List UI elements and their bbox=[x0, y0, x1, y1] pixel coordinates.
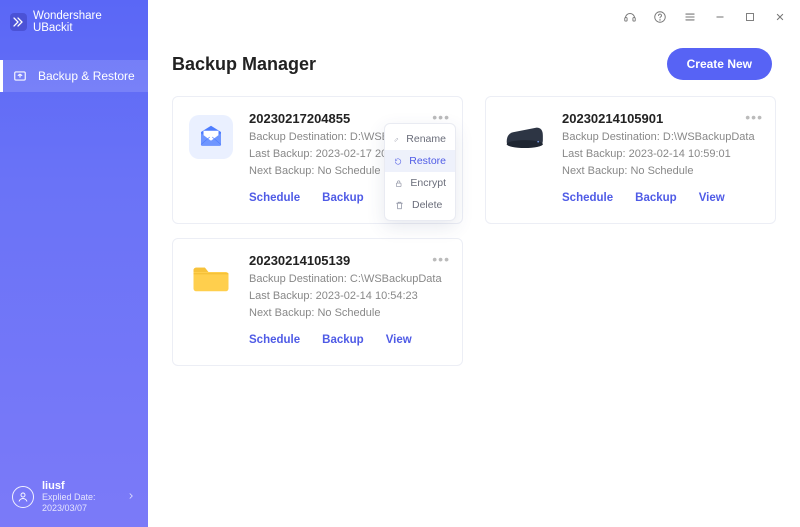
backup-next: Next Backup: No Schedule bbox=[249, 305, 446, 322]
sidebar-item-label: Backup & Restore bbox=[38, 69, 135, 83]
action-schedule[interactable]: Schedule bbox=[249, 334, 300, 346]
page-title: Backup Manager bbox=[172, 54, 316, 75]
window-titlebar bbox=[148, 0, 800, 34]
menu-icon[interactable] bbox=[682, 9, 698, 25]
backup-cards-grid: ••• 20230217204855 bbox=[148, 94, 800, 368]
backup-restore-icon bbox=[12, 68, 28, 84]
ctx-delete[interactable]: Delete bbox=[385, 194, 455, 216]
minimize-icon[interactable] bbox=[712, 9, 728, 25]
encrypt-icon bbox=[394, 178, 403, 189]
backup-last: Last Backup: 2023-02-14 10:59:01 bbox=[562, 146, 759, 163]
ctx-encrypt[interactable]: Encrypt bbox=[385, 172, 455, 194]
backup-destination: Backup Destination: C:\WSBackupData bbox=[249, 271, 446, 288]
restore-icon bbox=[394, 156, 402, 167]
ctx-label: Restore bbox=[409, 155, 446, 167]
sidebar: Wondershare UBackit Backup & Restore liu… bbox=[0, 0, 148, 527]
action-schedule[interactable]: Schedule bbox=[249, 192, 300, 204]
ctx-label: Encrypt bbox=[410, 177, 446, 189]
sidebar-nav: Backup & Restore bbox=[0, 48, 148, 92]
page-header: Backup Manager Create New bbox=[148, 34, 800, 94]
delete-icon bbox=[394, 200, 405, 211]
backup-last: Last Backup: 2023-02-14 10:54:23 bbox=[249, 288, 446, 305]
user-info: liusf Explied Date: 2023/03/07 bbox=[42, 480, 118, 515]
context-menu: Rename Restore Encrypt Delete bbox=[384, 123, 456, 221]
backup-destination: Backup Destination: D:\WSBackupData bbox=[562, 129, 759, 146]
disk-icon bbox=[502, 115, 546, 159]
action-backup[interactable]: Backup bbox=[635, 192, 677, 204]
main-area: Backup Manager Create New ••• bbox=[148, 0, 800, 527]
close-icon[interactable] bbox=[772, 9, 788, 25]
help-icon[interactable] bbox=[652, 9, 668, 25]
ctx-label: Delete bbox=[412, 199, 442, 211]
sidebar-item-backup-restore[interactable]: Backup & Restore bbox=[0, 60, 148, 92]
ctx-rename[interactable]: Rename bbox=[385, 128, 455, 150]
user-account-bar[interactable]: liusf Explied Date: 2023/03/07 bbox=[0, 470, 148, 527]
backup-title: 20230214105901 bbox=[562, 111, 759, 126]
backup-card: ••• 20230214105139 Backup Destination: C… bbox=[172, 238, 463, 366]
app-logo-icon bbox=[10, 13, 27, 31]
app-name: Wondershare UBackit bbox=[33, 10, 138, 34]
brand: Wondershare UBackit bbox=[0, 0, 148, 48]
action-backup[interactable]: Backup bbox=[322, 334, 364, 346]
action-view[interactable]: View bbox=[699, 192, 725, 204]
envelope-icon bbox=[189, 115, 233, 159]
user-name: liusf bbox=[42, 480, 118, 492]
ctx-restore[interactable]: Restore bbox=[385, 150, 455, 172]
card-more-icon[interactable]: ••• bbox=[745, 109, 763, 125]
card-more-icon[interactable]: ••• bbox=[432, 251, 450, 267]
rename-icon bbox=[394, 134, 399, 145]
backup-title: 20230214105139 bbox=[249, 253, 446, 268]
folder-icon bbox=[189, 257, 233, 301]
user-expiry: Explied Date: 2023/03/07 bbox=[42, 492, 118, 515]
avatar-icon bbox=[12, 486, 34, 508]
maximize-icon[interactable] bbox=[742, 9, 758, 25]
backup-card: ••• 20230217204855 bbox=[172, 96, 463, 224]
app-root: Wondershare UBackit Backup & Restore liu… bbox=[0, 0, 800, 527]
ctx-label: Rename bbox=[406, 133, 446, 145]
action-view[interactable]: View bbox=[386, 334, 412, 346]
backup-card: ••• 20230214105901 Backup Destination: D… bbox=[485, 96, 776, 224]
action-backup[interactable]: Backup bbox=[322, 192, 364, 204]
chevron-right-icon bbox=[126, 488, 136, 506]
backup-next: Next Backup: No Schedule bbox=[562, 163, 759, 180]
action-schedule[interactable]: Schedule bbox=[562, 192, 613, 204]
support-icon[interactable] bbox=[622, 9, 638, 25]
create-new-button[interactable]: Create New bbox=[667, 48, 772, 80]
